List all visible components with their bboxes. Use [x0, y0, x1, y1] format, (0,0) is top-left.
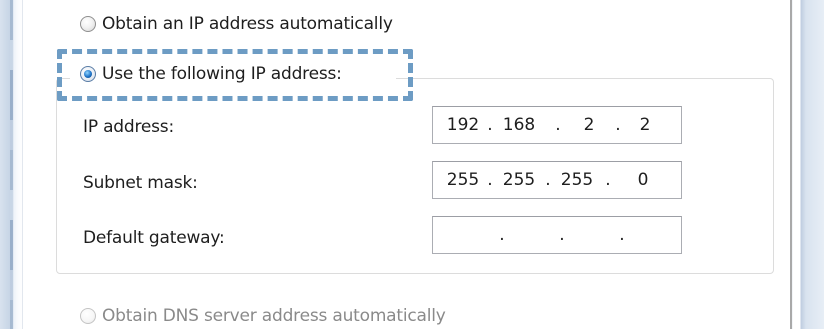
radio-obtain-dns-auto[interactable]: Obtain DNS server address automatically — [80, 306, 446, 326]
ip-dot: . — [487, 170, 493, 190]
ip-octet-4: 2 — [639, 115, 651, 135]
dashed-highlight-box — [57, 49, 413, 101]
subnet-mask-input[interactable]: 255 . 255 . 255 . 0 — [432, 161, 682, 199]
ip-dot: . — [499, 225, 505, 245]
ip-dot: . — [615, 115, 621, 135]
subnet-mask-label: Subnet mask: — [83, 173, 198, 193]
mask-octet-3: 255 — [560, 170, 594, 190]
tcpip-properties-dialog: Obtain an IP address automatically Use t… — [0, 0, 824, 329]
default-gateway-input[interactable]: . . . — [432, 216, 682, 254]
ip-octet-2: 168 — [502, 115, 536, 135]
radio-obtain-dns-auto-label: Obtain DNS server address automatically — [102, 306, 446, 326]
ip-octet-1: 192 — [446, 115, 480, 135]
ip-address-input[interactable]: 192 . 168 . 2 . 2 — [432, 106, 682, 144]
window-frame-right — [784, 0, 824, 329]
window-frame-left — [0, 0, 24, 329]
mask-octet-1: 255 — [446, 170, 480, 190]
mask-octet-2: 255 — [502, 170, 536, 190]
ip-dot: . — [555, 115, 561, 135]
ip-dot: . — [619, 225, 625, 245]
ip-address-label: IP address: — [83, 117, 174, 137]
radio-unchecked-icon — [80, 16, 96, 32]
radio-unchecked-icon — [80, 308, 96, 324]
mask-octet-4: 0 — [637, 170, 649, 190]
scrollbar-track — [790, 0, 792, 329]
ip-dot: . — [559, 225, 565, 245]
ip-dot: . — [487, 115, 493, 135]
radio-obtain-ip-auto[interactable]: Obtain an IP address automatically — [80, 14, 393, 34]
radio-obtain-ip-auto-label: Obtain an IP address automatically — [102, 14, 393, 34]
ip-octet-3: 2 — [583, 115, 595, 135]
ip-dot: . — [545, 170, 551, 190]
ip-dot: . — [605, 170, 611, 190]
default-gateway-label: Default gateway: — [83, 228, 225, 248]
